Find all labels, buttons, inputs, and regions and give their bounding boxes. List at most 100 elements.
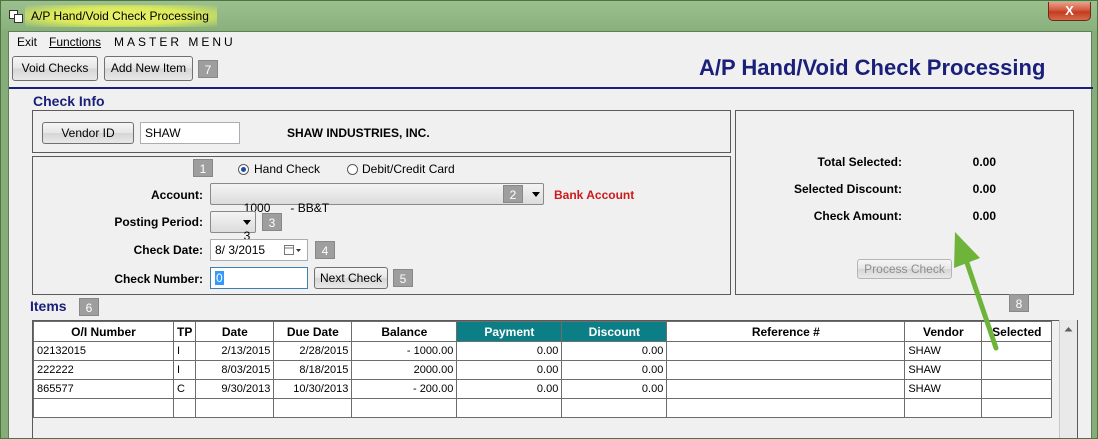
- chevron-down-icon: [243, 220, 251, 225]
- menu-master-menu[interactable]: MASTER MENU: [114, 35, 236, 49]
- items-heading: Items: [30, 298, 67, 314]
- check-number-label: Check Number:: [114, 272, 203, 286]
- vendor-id-input[interactable]: SHAW: [140, 122, 240, 144]
- void-checks-button[interactable]: Void Checks: [12, 56, 98, 81]
- menu-functions[interactable]: Functions: [49, 35, 101, 49]
- cell-oi-number[interactable]: 865577: [33, 379, 174, 399]
- hand-check-radio[interactable]: [238, 164, 249, 175]
- cell-empty[interactable]: [561, 398, 668, 418]
- cell-balance[interactable]: - 200.00: [351, 379, 458, 399]
- cell-payment[interactable]: 0.00: [456, 341, 563, 361]
- vendor-id-button[interactable]: Vendor ID: [42, 122, 134, 144]
- check-number-value: 0: [215, 271, 224, 285]
- cell-tp[interactable]: I: [172, 360, 197, 380]
- cell-due-date[interactable]: 2/28/2015: [273, 341, 353, 361]
- debit-credit-card-radio[interactable]: [347, 164, 358, 175]
- check-info-heading: Check Info: [33, 93, 105, 109]
- col-header-vendor[interactable]: Vendor: [904, 321, 983, 342]
- cell-due-date[interactable]: 10/30/2013: [273, 379, 353, 399]
- cell-reference[interactable]: [666, 360, 906, 380]
- check-amount-label: Check Amount:: [813, 209, 902, 223]
- cell-reference[interactable]: [666, 341, 906, 361]
- cell-discount[interactable]: 0.00: [561, 341, 668, 361]
- col-header-payment[interactable]: Payment: [456, 321, 563, 342]
- table-row-empty[interactable]: [33, 398, 1053, 418]
- cell-selected[interactable]: [981, 341, 1053, 361]
- table-row[interactable]: 222222 I 8/03/2015 8/18/2015 2000.00 0.0…: [33, 360, 1053, 380]
- callout-badge-7: 7: [198, 60, 218, 78]
- selected-discount-value: 0.00: [972, 182, 996, 196]
- next-check-button[interactable]: Next Check: [314, 267, 388, 289]
- callout-badge-6: 6: [79, 298, 99, 316]
- cell-oi-number[interactable]: 02132015: [33, 341, 174, 361]
- check-number-input[interactable]: 0: [210, 267, 308, 289]
- cell-payment[interactable]: 0.00: [456, 360, 563, 380]
- add-new-item-button[interactable]: Add New Item: [104, 56, 193, 81]
- cell-oi-number[interactable]: 222222: [33, 360, 174, 380]
- cell-vendor[interactable]: SHAW: [904, 360, 983, 380]
- cell-date[interactable]: 8/03/2015: [195, 360, 275, 380]
- account-select[interactable]: 1000 - BB&T: [210, 183, 544, 215]
- client-area: Exit Functions MASTER MENU Void Checks A…: [8, 31, 1093, 438]
- cell-tp[interactable]: I: [172, 341, 197, 361]
- title-bar[interactable]: A/P Hand/Void Check Processing X: [1, 1, 1097, 31]
- col-header-date[interactable]: Date: [195, 321, 275, 342]
- cell-date[interactable]: 2/13/2015: [195, 341, 275, 361]
- account-selected-value: 1000 - BB&T: [243, 201, 330, 215]
- col-header-tp[interactable]: TP: [172, 321, 197, 342]
- check-amount-value: 0.00: [972, 209, 996, 223]
- cell-vendor[interactable]: SHAW: [904, 379, 983, 399]
- scroll-up-arrow-icon[interactable]: [1064, 326, 1073, 332]
- cell-date[interactable]: 9/30/2013: [195, 379, 275, 399]
- cell-balance[interactable]: 2000.00: [351, 360, 458, 380]
- process-check-button[interactable]: Process Check: [857, 259, 952, 279]
- cell-empty[interactable]: [904, 398, 983, 418]
- check-date-value: 8/ 3/2015: [215, 243, 266, 257]
- grid-vertical-scrollbar[interactable]: [1059, 320, 1077, 438]
- check-date-label: Check Date:: [133, 243, 203, 257]
- close-button[interactable]: X: [1048, 2, 1091, 21]
- col-header-oi-number[interactable]: O/I Number: [33, 321, 174, 342]
- bank-account-label: Bank Account: [554, 188, 635, 202]
- cell-payment[interactable]: 0.00: [456, 379, 563, 399]
- cell-selected[interactable]: [981, 360, 1053, 380]
- posting-period-select[interactable]: 3: [210, 211, 256, 243]
- account-label: Account:: [151, 188, 203, 202]
- cell-discount[interactable]: 0.00: [561, 360, 668, 380]
- page-title: A/P Hand/Void Check Processing: [699, 55, 1046, 80]
- cell-due-date[interactable]: 8/18/2015: [273, 360, 353, 380]
- callout-badge-3: 3: [262, 213, 282, 231]
- cell-discount[interactable]: 0.00: [561, 379, 668, 399]
- cell-balance[interactable]: - 1000.00: [351, 341, 458, 361]
- hand-check-label: Hand Check: [254, 162, 321, 176]
- cell-selected[interactable]: [981, 379, 1053, 399]
- check-date-picker[interactable]: 8/ 3/2015: [210, 239, 308, 261]
- items-table: O/I Number TP Date Due Date Balance Paym…: [33, 321, 1053, 418]
- vendor-panel: Vendor ID SHAW SHAW INDUSTRIES, INC.: [32, 110, 731, 153]
- col-header-balance[interactable]: Balance: [351, 321, 458, 342]
- table-row[interactable]: 02132015 I 2/13/2015 2/28/2015 - 1000.00…: [33, 341, 1053, 361]
- callout-badge-2: 2: [503, 185, 523, 203]
- calendar-icon[interactable]: [284, 245, 302, 256]
- menu-exit[interactable]: Exit: [17, 35, 37, 49]
- menu-bar: Exit Functions MASTER MENU: [9, 32, 1091, 51]
- cell-empty[interactable]: [273, 398, 353, 418]
- col-header-discount[interactable]: Discount: [561, 321, 668, 342]
- check-details-panel: 1 Hand Check Debit/Credit Card Account: …: [32, 156, 731, 295]
- col-header-reference[interactable]: Reference #: [666, 321, 906, 342]
- posting-period-label: Posting Period:: [114, 215, 203, 229]
- callout-badge-5: 5: [393, 269, 413, 287]
- cell-reference[interactable]: [666, 379, 906, 399]
- cell-empty[interactable]: [351, 398, 458, 418]
- cell-empty[interactable]: [981, 398, 1053, 418]
- cell-empty[interactable]: [172, 398, 197, 418]
- cell-empty[interactable]: [195, 398, 275, 418]
- cell-empty[interactable]: [456, 398, 563, 418]
- cell-tp[interactable]: C: [172, 379, 197, 399]
- col-header-selected[interactable]: Selected: [981, 321, 1053, 342]
- cell-empty[interactable]: [33, 398, 174, 418]
- col-header-due-date[interactable]: Due Date: [273, 321, 353, 342]
- table-row[interactable]: 865577 C 9/30/2013 10/30/2013 - 200.00 0…: [33, 379, 1053, 399]
- cell-empty[interactable]: [666, 398, 906, 418]
- cell-vendor[interactable]: SHAW: [904, 341, 983, 361]
